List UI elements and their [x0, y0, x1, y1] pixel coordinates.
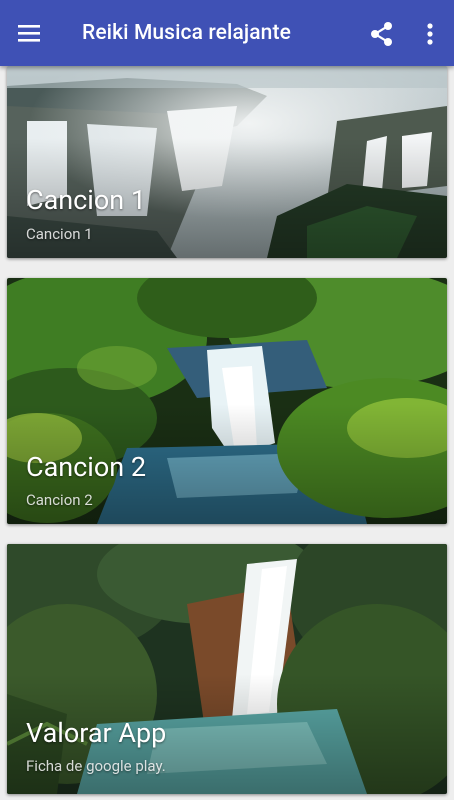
card-subtitle: Ficha de google play.	[26, 757, 166, 775]
app-title: Reiki Musica relajante	[82, 21, 291, 45]
menu-icon[interactable]	[13, 18, 47, 48]
card-subtitle: Cancion 2	[26, 491, 93, 509]
rate-app-card[interactable]: Valorar App Ficha de google play.	[7, 544, 447, 794]
card-title: Valorar App	[26, 717, 167, 749]
song-card-2[interactable]: Cancion 2 Cancion 2	[7, 278, 447, 524]
app-bar: Reiki Musica relajante	[0, 0, 454, 66]
share-icon[interactable]	[364, 17, 398, 51]
card-subtitle: Cancion 1	[26, 225, 93, 243]
more-vert-icon[interactable]	[414, 17, 446, 51]
song-card-1[interactable]: Cancion 1 Cancion 1	[7, 66, 447, 258]
card-title: Cancion 2	[26, 451, 147, 483]
card-title: Cancion 1	[26, 184, 147, 216]
